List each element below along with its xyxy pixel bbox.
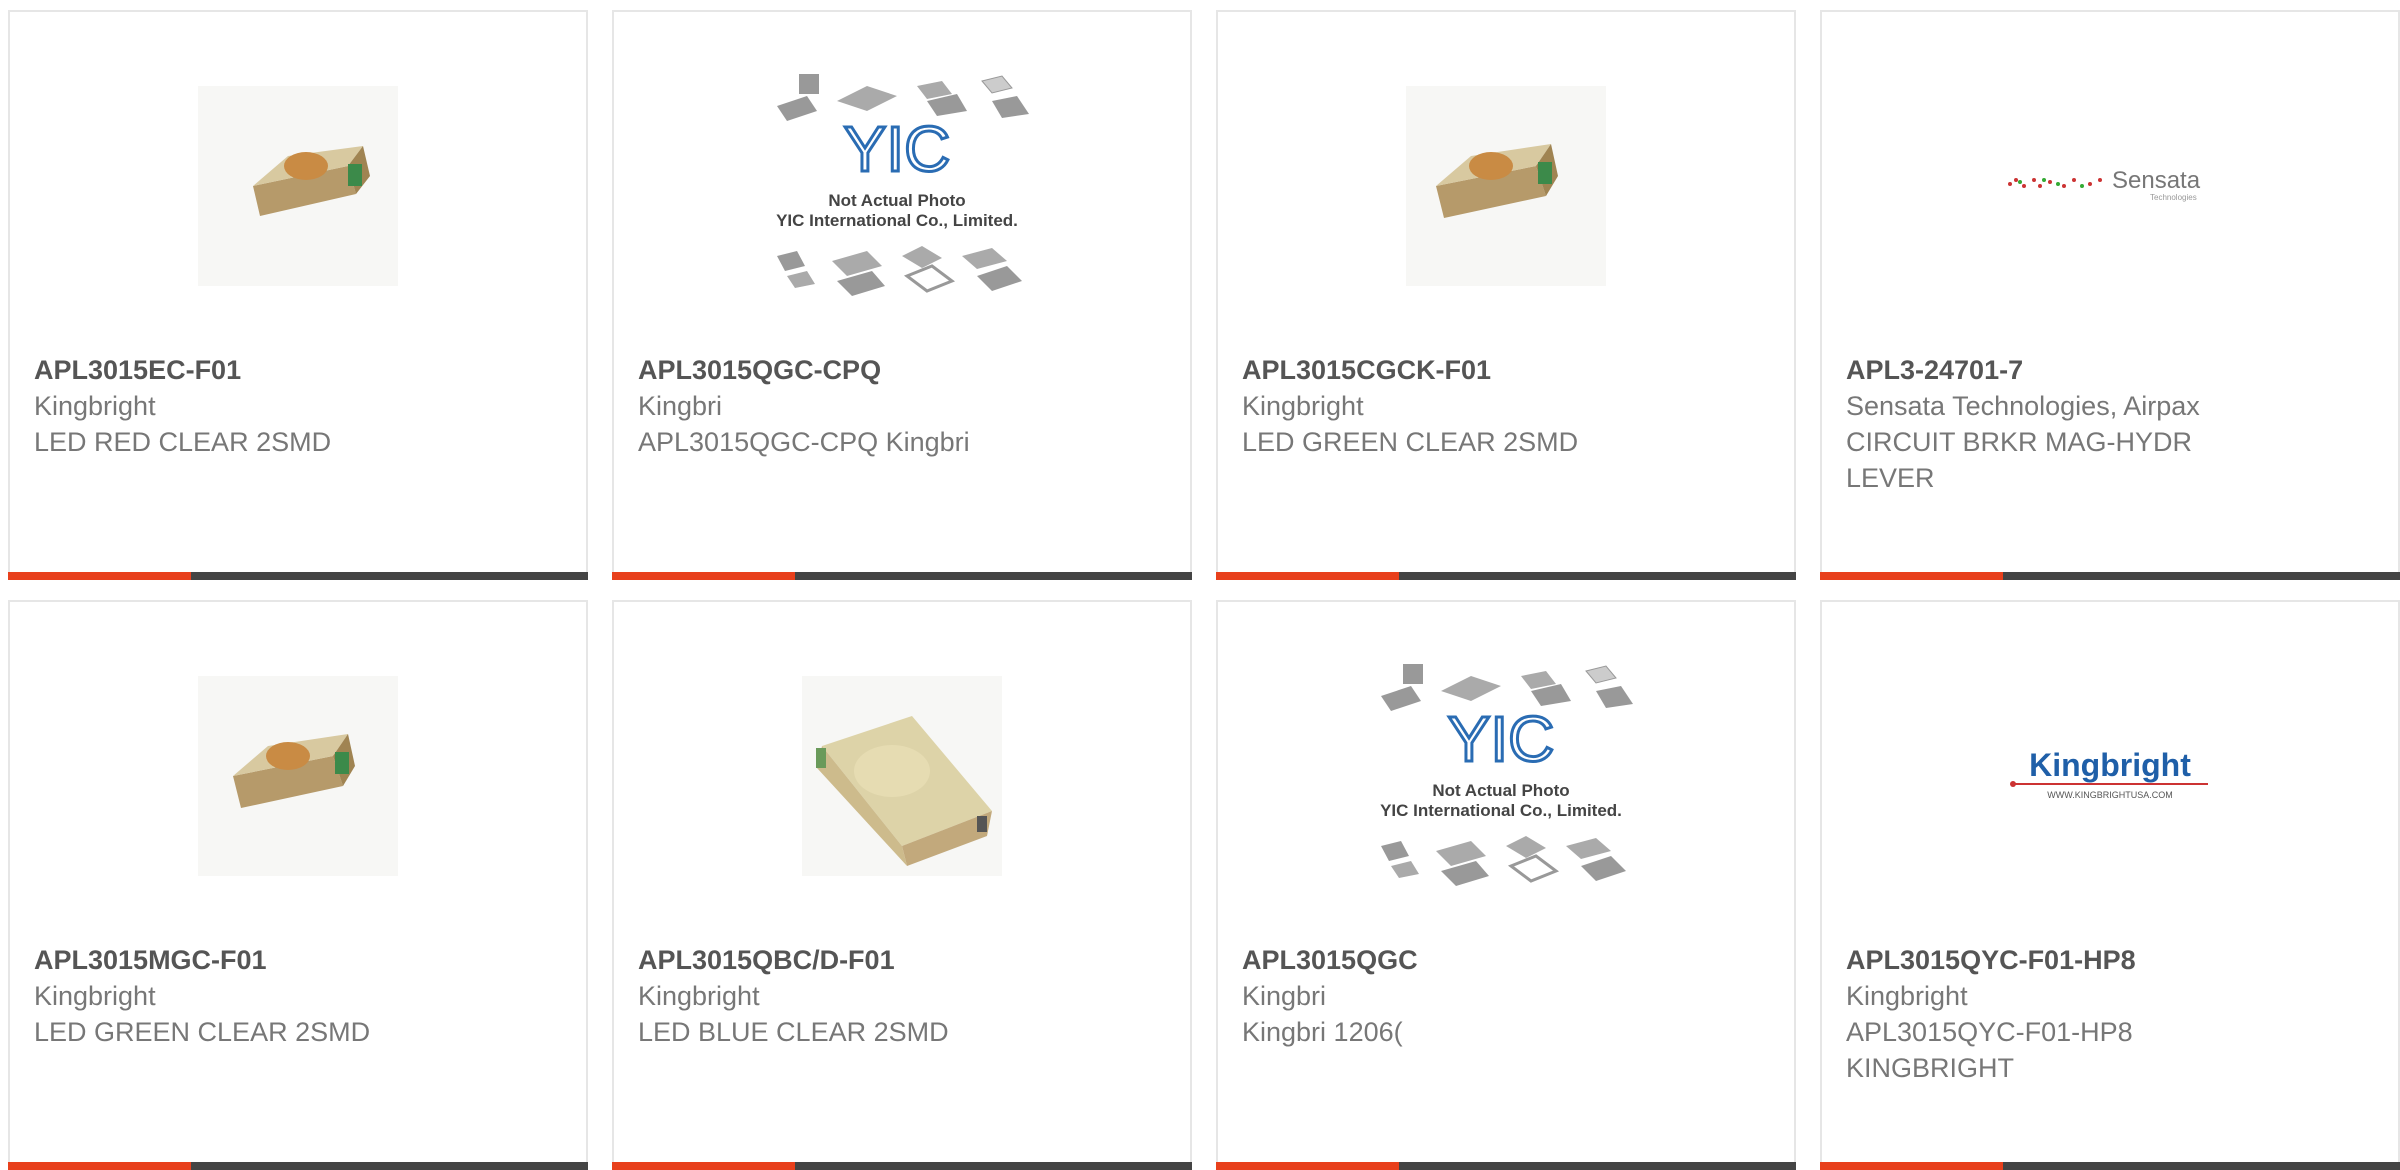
yic-logo: YIC <box>1448 703 1555 775</box>
part-number[interactable]: APL3015EC-F01 <box>34 352 562 388</box>
part-number[interactable]: APL3015MGC-F01 <box>34 942 562 978</box>
placeholder-photo-icon: YIC Not Actual Photo YIC International C… <box>1380 664 1633 886</box>
product-image[interactable] <box>614 646 1190 906</box>
manufacturer: Kingbright <box>638 981 760 1011</box>
manufacturer: Kingbri <box>638 391 723 421</box>
yic-logo: YIC <box>844 113 951 185</box>
placeholder-photo-icon: YIC Not Actual Photo YIC International C… <box>776 74 1029 296</box>
product-image[interactable]: YIC Not Actual Photo YIC International C… <box>1218 646 1794 906</box>
card-accent-bar <box>612 1162 1192 1170</box>
manufacturer: Kingbright <box>1242 391 1364 421</box>
product-image[interactable]: YIC Not Actual Photo YIC International C… <box>614 56 1190 316</box>
card-accent-bar <box>1820 1162 2400 1170</box>
product-card[interactable]: YIC Not Actual Photo YIC International C… <box>612 10 1192 580</box>
svg-text:Not Actual Photo: Not Actual Photo <box>1432 781 1569 800</box>
description: APL3015QGC-CPQ Kingbri <box>638 427 970 457</box>
svg-text:WWW.KINGBRIGHTUSA.COM: WWW.KINGBRIGHTUSA.COM <box>2047 790 2173 800</box>
part-number[interactable]: APL3015QGC-CPQ <box>638 352 1166 388</box>
description: LED RED CLEAR 2SMD <box>34 427 332 457</box>
product-image[interactable]: Sensata Technologies <box>1822 56 2398 316</box>
card-accent-bar <box>8 572 588 580</box>
description: CIRCUIT BRKR MAG-HYDR LEVER <box>1846 427 2193 493</box>
led-chip-image <box>198 86 398 286</box>
manufacturer: Kingbri <box>1242 981 1327 1011</box>
manufacturer: Sensata Technologies, Airpax <box>1846 391 2200 421</box>
card-accent-bar <box>1216 572 1796 580</box>
svg-text:Not Actual Photo: Not Actual Photo <box>828 191 965 210</box>
product-card[interactable]: APL3015CGCK-F01 Kingbright LED GREEN CLE… <box>1216 10 1796 580</box>
svg-text:Kingbright: Kingbright <box>2029 747 2191 783</box>
sensata-logo: Sensata Technologies <box>2008 167 2201 202</box>
description: Kingbri 1206( <box>1242 1017 1403 1047</box>
manufacturer: Kingbright <box>34 981 156 1011</box>
led-chip-image <box>1406 86 1606 286</box>
product-grid: APL3015EC-F01 Kingbright LED RED CLEAR 2… <box>8 10 2400 1170</box>
card-accent-bar <box>612 572 1192 580</box>
product-card[interactable]: Kingbright WWW.KINGBRIGHTUSA.COM APL3015… <box>1820 600 2400 1170</box>
part-number[interactable]: APL3015CGCK-F01 <box>1242 352 1770 388</box>
product-image[interactable] <box>10 56 586 316</box>
product-card[interactable]: Sensata Technologies APL3-24701-7 Sensat… <box>1820 10 2400 580</box>
svg-text:YIC International Co., Limited: YIC International Co., Limited. <box>776 211 1018 230</box>
part-number[interactable]: APL3015QGC <box>1242 942 1770 978</box>
description: LED GREEN CLEAR 2SMD <box>1242 427 1579 457</box>
description: APL3015QYC-F01-HP8 KINGBRIGHT <box>1846 1017 2133 1083</box>
product-image[interactable] <box>10 646 586 906</box>
product-image[interactable] <box>1218 56 1794 316</box>
part-number[interactable]: APL3015QBC/D-F01 <box>638 942 1166 978</box>
manufacturer: Kingbright <box>1846 981 1968 1011</box>
svg-text:Sensata: Sensata <box>2112 167 2201 194</box>
card-accent-bar <box>1820 572 2400 580</box>
card-accent-bar <box>8 1162 588 1170</box>
description: LED GREEN CLEAR 2SMD <box>34 1017 371 1047</box>
manufacturer: Kingbright <box>34 391 156 421</box>
product-image[interactable]: Kingbright WWW.KINGBRIGHTUSA.COM <box>1822 646 2398 906</box>
card-accent-bar <box>1216 1162 1796 1170</box>
description: LED BLUE CLEAR 2SMD <box>638 1017 949 1047</box>
product-card[interactable]: YIC Not Actual Photo YIC International C… <box>1216 600 1796 1170</box>
led-chip-image <box>198 676 398 876</box>
svg-text:YIC International Co., Limited: YIC International Co., Limited. <box>1380 801 1622 820</box>
product-card[interactable]: APL3015EC-F01 Kingbright LED RED CLEAR 2… <box>8 10 588 580</box>
svg-text:Technologies: Technologies <box>2150 193 2197 202</box>
product-card[interactable]: APL3015QBC/D-F01 Kingbright LED BLUE CLE… <box>612 600 1192 1170</box>
kingbright-logo: Kingbright WWW.KINGBRIGHTUSA.COM <box>2010 747 2208 800</box>
part-number[interactable]: APL3015QYC-F01-HP8 <box>1846 942 2374 978</box>
product-card[interactable]: APL3015MGC-F01 Kingbright LED GREEN CLEA… <box>8 600 588 1170</box>
led-chip-large-image <box>802 676 1002 876</box>
part-number[interactable]: APL3-24701-7 <box>1846 352 2374 388</box>
